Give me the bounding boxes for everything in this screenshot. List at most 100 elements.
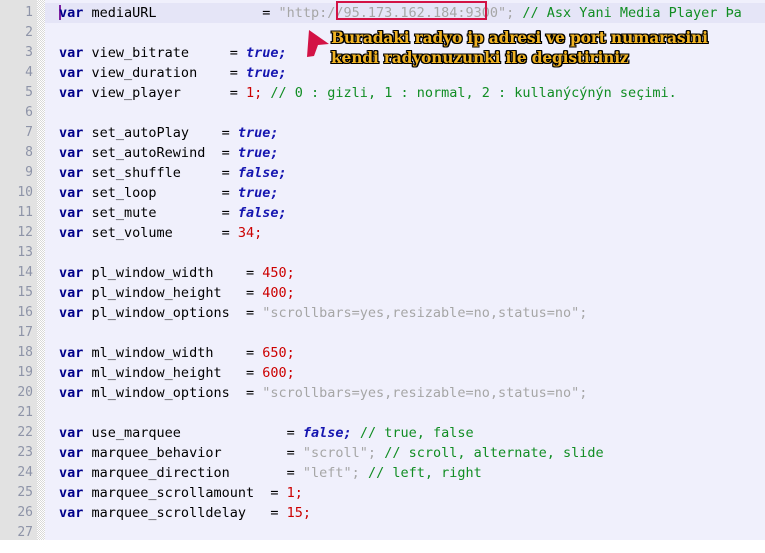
variable-name: marquee_scrollamount (91, 485, 255, 501)
line-number: 23 (17, 445, 33, 460)
line-number: 18 (17, 345, 33, 360)
line-number: 20 (17, 385, 33, 400)
assign-operator: = (262, 5, 271, 21)
code-line[interactable]: var set_shuffle = false; (45, 163, 765, 183)
variable-value: 15; (286, 505, 312, 521)
code-line[interactable]: var mediaURL = "http://95.173.162.184:93… (45, 3, 765, 23)
code-line[interactable]: var set_autoPlay = true; (45, 123, 765, 143)
annotation-callout: Buradaki radyo ip adresi ve port numaras… (331, 28, 708, 68)
keyword-var: var (59, 85, 84, 101)
code-line[interactable]: var use_marquee = false; // true, false (45, 423, 765, 443)
assign-operator: = (221, 205, 230, 221)
variable-name: set_mute (91, 205, 157, 221)
code-line[interactable]: var set_mute = false; (45, 203, 765, 223)
variable-name: use_marquee (91, 425, 181, 441)
assign-operator: = (221, 165, 230, 181)
variable-value: true; (237, 125, 279, 141)
code-line[interactable]: var pl_window_options = "scrollbars=yes,… (45, 303, 765, 323)
line-number: 21 (17, 405, 33, 420)
line-number: 24 (17, 465, 33, 480)
variable-name: set_volume (91, 225, 173, 241)
variable-name: marquee_scrolldelay (91, 505, 246, 521)
variable-value: true; (237, 145, 279, 161)
code-line[interactable] (45, 323, 765, 343)
keyword-var: var (59, 165, 84, 181)
code-comment: // Asx Yani Media Player Þa (522, 5, 742, 21)
assign-operator: = (286, 445, 295, 461)
code-line[interactable]: var ml_window_options = "scrollbars=yes,… (45, 383, 765, 403)
code-line[interactable] (45, 103, 765, 123)
line-number: 3 (25, 45, 33, 60)
variable-name: set_loop (91, 185, 157, 201)
code-text-area[interactable]: var mediaURL = "http://95.173.162.184:93… (45, 0, 765, 540)
assign-operator: = (245, 285, 255, 301)
code-line[interactable]: var pl_window_height = 400; (45, 283, 765, 303)
keyword-var: var (59, 125, 84, 141)
keyword-var: var (59, 505, 84, 521)
code-line[interactable] (45, 403, 765, 423)
keyword-var: var (59, 205, 84, 221)
code-line[interactable]: var marquee_behavior = "scroll"; // scro… (45, 443, 765, 463)
variable-value: 1; (286, 485, 303, 501)
variable-value: false; (237, 165, 287, 181)
variable-value: "left"; (302, 465, 360, 481)
code-line[interactable]: var ml_window_height = 600; (45, 363, 765, 383)
code-line[interactable] (45, 243, 765, 263)
line-number: 22 (17, 425, 33, 440)
assign-operator: = (270, 485, 279, 501)
code-line[interactable]: var ml_window_width = 650; (45, 343, 765, 363)
assign-operator: = (245, 345, 255, 361)
variable-value: 650; (262, 345, 295, 361)
code-line[interactable]: var set_volume = 34; (45, 223, 765, 243)
keyword-var: var (59, 185, 84, 201)
code-line[interactable]: var set_autoRewind = true; (45, 143, 765, 163)
keyword-var: var (59, 425, 84, 441)
assign-operator: = (229, 65, 238, 81)
variable-value: 450; (262, 265, 295, 281)
variable-name: set_autoPlay (91, 125, 190, 141)
code-line[interactable]: var set_loop = true; (45, 183, 765, 203)
assign-operator: = (229, 45, 238, 61)
variable-name: ml_window_width (91, 345, 214, 361)
keyword-var: var (59, 65, 84, 81)
line-number: 11 (17, 205, 33, 220)
variable-name: set_shuffle (91, 165, 181, 181)
variable-value: "scroll"; (302, 445, 377, 461)
assign-operator: = (245, 385, 255, 401)
variable-value: 400; (262, 285, 295, 301)
code-line[interactable]: var pl_window_width = 450; (45, 263, 765, 283)
line-number: 25 (17, 485, 33, 500)
variable-value: 1; (246, 85, 263, 101)
gutter-separator (37, 0, 45, 540)
code-line[interactable]: var marquee_scrollamount = 1; (45, 483, 765, 503)
variable-name: marquee_behavior (91, 445, 222, 461)
code-line[interactable]: var view_player = 1; // 0 : gizli, 1 : n… (45, 83, 765, 103)
code-line[interactable]: var marquee_direction = "left"; // left,… (45, 463, 765, 483)
variable-name: ml_window_options (91, 385, 230, 401)
variable-value: "http://95.173.162.184:9300"; (278, 5, 515, 21)
code-editor[interactable]: 1 2 3 4 5 6 7 8 9 10 11 12 13 14 15 16 17 18 19 20 21 22 23 24 2… (0, 0, 765, 553)
line-number: 8 (25, 145, 33, 160)
line-number: 1 (25, 5, 33, 20)
code-line[interactable] (45, 523, 765, 540)
keyword-var: var (59, 345, 84, 361)
assign-operator: = (245, 265, 255, 281)
variable-value: 34; (237, 225, 263, 241)
line-number: 13 (17, 245, 33, 260)
assign-operator: = (221, 225, 230, 241)
assign-operator: = (245, 365, 255, 381)
line-number: 16 (17, 305, 33, 320)
code-comment: // scroll, alternate, slide (384, 445, 604, 461)
variable-value: "scrollbars=yes,resizable=no,status=no"; (262, 305, 588, 321)
variable-name: ml_window_height (91, 365, 222, 381)
assign-operator: = (270, 505, 279, 521)
assign-operator: = (221, 145, 230, 161)
keyword-var: var (59, 5, 84, 21)
assign-operator: = (221, 125, 230, 141)
code-comment: // true, false (359, 425, 474, 441)
keyword-var: var (59, 225, 84, 241)
line-number-gutter: 1 2 3 4 5 6 7 8 9 10 11 12 13 14 15 16 17 18 19 20 21 22 23 24 2… (0, 0, 37, 540)
variable-name: marquee_direction (91, 465, 230, 481)
code-line[interactable]: var marquee_scrolldelay = 15; (45, 503, 765, 523)
line-number: 9 (25, 165, 33, 180)
